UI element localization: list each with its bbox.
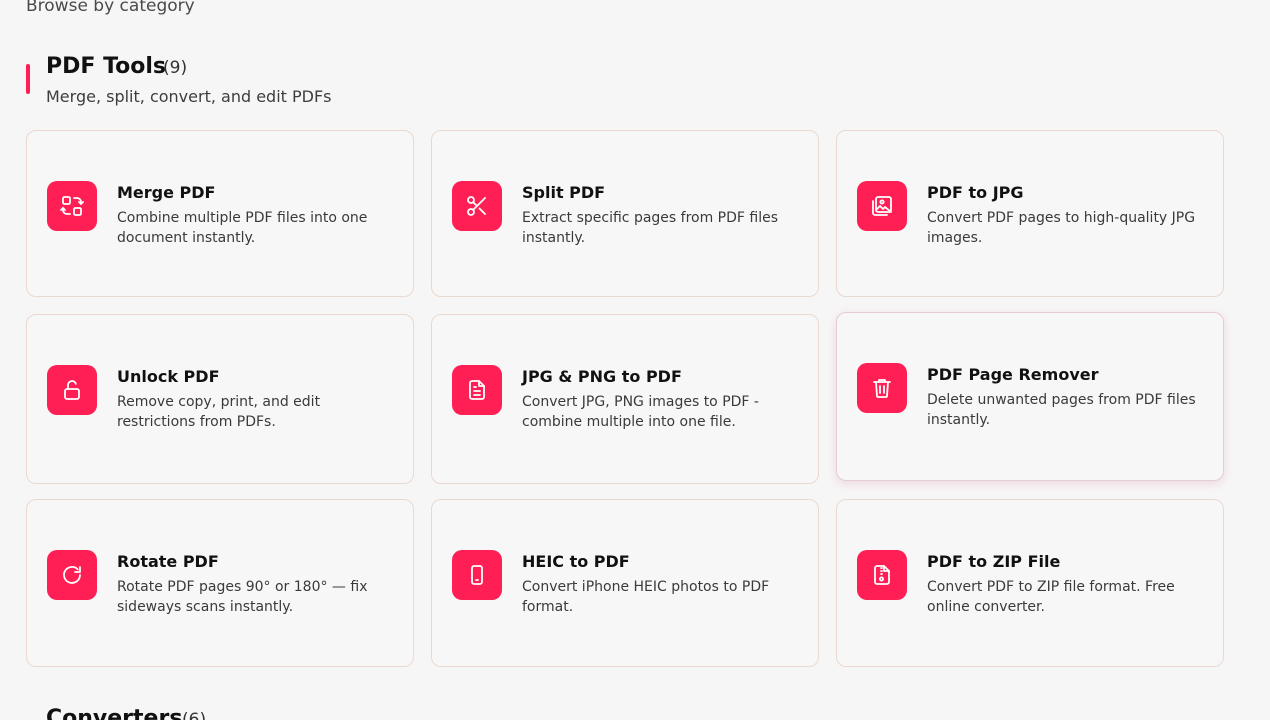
browse-by-category-label: Browse by category: [26, 0, 195, 16]
tool-card-title: JPG & PNG to PDF: [522, 367, 682, 386]
zip-file-icon: [857, 550, 907, 600]
tool-card-title: PDF to JPG: [927, 183, 1024, 202]
tool-card-unlock-pdf[interactable]: Unlock PDF Remove copy, print, and edit …: [26, 314, 414, 484]
image-icon: [857, 181, 907, 231]
tool-card-description: Convert JPG, PNG images to PDF - combine…: [522, 394, 759, 430]
tool-card-heic-to-pdf[interactable]: HEIC to PDF Convert iPhone HEIC photos t…: [431, 499, 819, 667]
tool-card-description: Convert PDF pages to high-quality JPG im…: [927, 210, 1196, 246]
tool-card-rotate-pdf[interactable]: Rotate PDF Rotate PDF pages 90° or 180° …: [26, 499, 414, 667]
tool-card-description: Convert iPhone HEIC photos to PDF format…: [522, 579, 770, 615]
tool-card-title: PDF to ZIP File: [927, 552, 1061, 571]
tool-card-pdf-page-remover[interactable]: PDF Page Remover Delete unwanted pages f…: [836, 312, 1224, 481]
next-section-title: Converters: [46, 706, 183, 720]
tool-card-description: Convert PDF to ZIP file format. Free onl…: [927, 579, 1175, 615]
section-title: PDF Tools: [46, 54, 167, 79]
tool-card-title: HEIC to PDF: [522, 552, 630, 571]
tool-card-jpg-png-to-pdf[interactable]: JPG & PNG to PDF Convert JPG, PNG images…: [431, 314, 819, 484]
section-count: (9): [163, 58, 188, 78]
page: Browse by category PDF Tools (9) Merge, …: [0, 0, 1270, 720]
tool-card-title: Rotate PDF: [117, 552, 219, 571]
tool-card-title: PDF Page Remover: [927, 365, 1099, 384]
rotate-icon: [47, 550, 97, 600]
phone-icon: [452, 550, 502, 600]
tool-card-title: Merge PDF: [117, 183, 216, 202]
tool-card-description: Delete unwanted pages from PDF files ins…: [927, 392, 1196, 428]
section-subtitle: Merge, split, convert, and edit PDFs: [46, 87, 332, 106]
tool-card-description: Extract specific pages from PDF files in…: [522, 210, 779, 246]
document-icon: [452, 365, 502, 415]
section-accent-bar: [26, 64, 30, 94]
tool-card-split-pdf[interactable]: Split PDF Extract specific pages from PD…: [431, 130, 819, 297]
tool-card-description: Combine multiple PDF files into one docu…: [117, 210, 368, 246]
trash-icon: [857, 363, 907, 413]
next-section-count: (6): [182, 710, 207, 720]
tool-card-title: Unlock PDF: [117, 367, 220, 386]
tool-card-description: Rotate PDF pages 90° or 180° — fix sidew…: [117, 579, 368, 615]
tool-card-merge-pdf[interactable]: Merge PDF Combine multiple PDF files int…: [26, 130, 414, 297]
tool-card-pdf-to-jpg[interactable]: PDF to JPG Convert PDF pages to high-qua…: [836, 130, 1224, 297]
scissors-icon: [452, 181, 502, 231]
tool-card-title: Split PDF: [522, 183, 606, 202]
unlock-icon: [47, 365, 97, 415]
merge-icon: [47, 181, 97, 231]
tool-card-description: Remove copy, print, and edit restriction…: [117, 394, 321, 430]
tool-card-pdf-to-zip[interactable]: PDF to ZIP File Convert PDF to ZIP file …: [836, 499, 1224, 667]
